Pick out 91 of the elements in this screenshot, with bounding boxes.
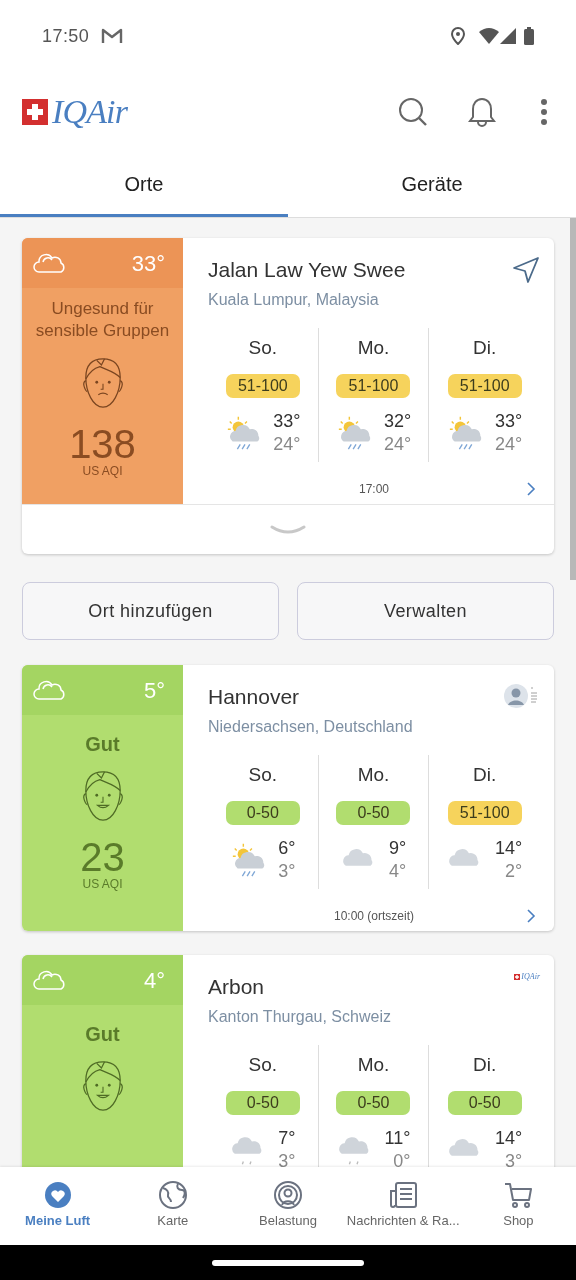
battery-icon	[524, 27, 534, 45]
logo-text: IQAir	[52, 95, 128, 129]
action-button[interactable]: Verwalten	[297, 582, 554, 640]
cloud-outline-icon	[33, 968, 67, 992]
forecast-day: Di.	[473, 1050, 497, 1079]
aqi-range-badge: 0-50	[225, 1091, 300, 1115]
high-temperature: 14°	[495, 1127, 523, 1150]
aqi-range-badge: 0-50	[336, 801, 411, 825]
location-card[interactable]: 5° Gut 23 US AQI Hannover Niedersachsen, Deutschland So. 0-50 6° 3° Mo. 0-50 9° 4° Di. 51-100 14° 2° 10:00 (ortszeit)	[22, 665, 554, 931]
high-temperature: 33°	[273, 410, 301, 433]
location-pin-icon	[451, 27, 465, 45]
forecast-day: So.	[248, 760, 278, 789]
home-indicator[interactable]	[212, 1259, 364, 1266]
aqi-range-badge: 0-50	[447, 1091, 522, 1115]
aqi-value: 23	[80, 837, 125, 877]
low-temperature: 24°	[495, 433, 523, 456]
forecast-day: So.	[248, 1050, 278, 1079]
nav-tab[interactable]: Nachrichten & Ra...	[345, 1167, 461, 1245]
high-temperature: 33°	[495, 410, 523, 433]
nav-tab[interactable]: Belastung	[230, 1167, 346, 1245]
aqi-unit: US AQI	[82, 464, 123, 478]
low-temperature: 24°	[383, 433, 412, 456]
globe-icon	[157, 1181, 188, 1209]
logo-text: IQAir	[521, 973, 540, 981]
forecast-day: Di.	[473, 333, 497, 362]
person-target-icon	[273, 1181, 303, 1209]
forecast-day: So.	[248, 333, 278, 362]
low-temperature: 4°	[388, 860, 407, 883]
nav-tab[interactable]: Meine Luft	[0, 1167, 116, 1245]
action-button[interactable]: Ort hinzufügen	[22, 582, 279, 640]
status-time: 17:50	[42, 24, 90, 48]
aqi-range-badge: 51-100	[225, 374, 300, 398]
aqi-range-badge: 51-100	[447, 801, 522, 825]
forecast-day: Di.	[473, 760, 497, 789]
navigation-arrow-icon[interactable]	[512, 256, 540, 284]
aqi-range-badge: 51-100	[447, 374, 522, 398]
high-temperature: 7°	[278, 1127, 296, 1150]
location-card[interactable]: 33° Ungesund für sensible Gruppen 138 US AQI Jalan Law Yew Swee Kuala Lumpur, Malaysia So. 51-100 33° 24° Mo. 51-100 32° 24° Di. 51-100 33° 24° 17:00	[22, 238, 554, 554]
low-temperature: 3°	[505, 1150, 523, 1167]
low-temperature: 24°	[273, 433, 301, 456]
mail-icon	[101, 27, 124, 45]
location-name[interactable]: Arbon	[208, 971, 265, 1003]
scrollbar[interactable]	[570, 218, 576, 580]
nav-tab[interactable]: Karte	[115, 1167, 231, 1245]
location-name[interactable]: Jalan Law Yew Swee	[208, 254, 406, 286]
high-temperature: 11°	[384, 1127, 411, 1150]
forecast-day: Mo.	[357, 1050, 390, 1079]
current-temperature: 33°	[131, 249, 165, 278]
low-temperature: 0°	[393, 1150, 411, 1167]
updated-time: 17:00	[359, 481, 389, 498]
chevron-right-icon[interactable]	[526, 908, 536, 924]
air-quality-category: Ungesund für sensible Gruppen	[34, 298, 171, 342]
cart-icon	[503, 1181, 534, 1209]
high-temperature: 9°	[388, 837, 407, 860]
low-temperature: 2°	[505, 860, 523, 883]
low-temperature: 3°	[278, 1150, 296, 1167]
more-menu-icon[interactable]	[540, 98, 548, 126]
location-region: Kuala Lumpur, Malaysia	[208, 289, 380, 310]
bell-icon[interactable]	[468, 97, 496, 127]
chevron-right-icon[interactable]	[526, 481, 536, 497]
location-region: Kanton Thurgau, Schweiz	[208, 1006, 392, 1027]
air-quality-category: Gut	[84, 733, 121, 755]
high-temperature: 6°	[278, 837, 296, 860]
user-avatar-icon	[504, 683, 540, 709]
wifi-icon	[479, 28, 499, 44]
current-temperature: 4°	[143, 966, 165, 995]
nav-tab[interactable]: Shop	[460, 1167, 576, 1245]
aqi-value: 138	[69, 424, 136, 464]
high-temperature: 14°	[495, 837, 523, 860]
low-temperature: 3°	[278, 860, 296, 883]
newspaper-icon	[388, 1181, 419, 1209]
aqi-range-badge: 51-100	[336, 374, 411, 398]
swiss-flag-icon	[22, 99, 48, 125]
tab[interactable]: Geräte	[288, 152, 576, 217]
aqi-unit: US AQI	[82, 877, 123, 891]
location-card[interactable]: 4° Gut Arbon IQAir Kanton Thurgau, Schweiz So. 0-50 7° 3° Mo. 0-50 11° 0° Di. 0-50 14° 3°	[22, 955, 554, 1167]
signal-icon	[500, 28, 516, 44]
location-region: Niedersachsen, Deutschland	[208, 716, 414, 737]
cloud-outline-icon	[33, 251, 67, 275]
air-quality-category: Gut	[84, 1023, 121, 1045]
location-name[interactable]: Hannover	[208, 681, 300, 713]
forecast-day: Mo.	[357, 333, 390, 362]
updated-time: 10:00 (ortszeit)	[333, 908, 414, 925]
swiss-flag-icon	[514, 974, 521, 980]
cloud-outline-icon	[33, 678, 67, 702]
search-icon[interactable]	[398, 97, 428, 127]
current-temperature: 5°	[143, 676, 165, 705]
aqi-range-badge: 0-50	[225, 801, 300, 825]
aqi-range-badge: 0-50	[336, 1091, 411, 1115]
high-temperature: 32°	[383, 410, 412, 433]
forecast-day: Mo.	[357, 760, 390, 789]
